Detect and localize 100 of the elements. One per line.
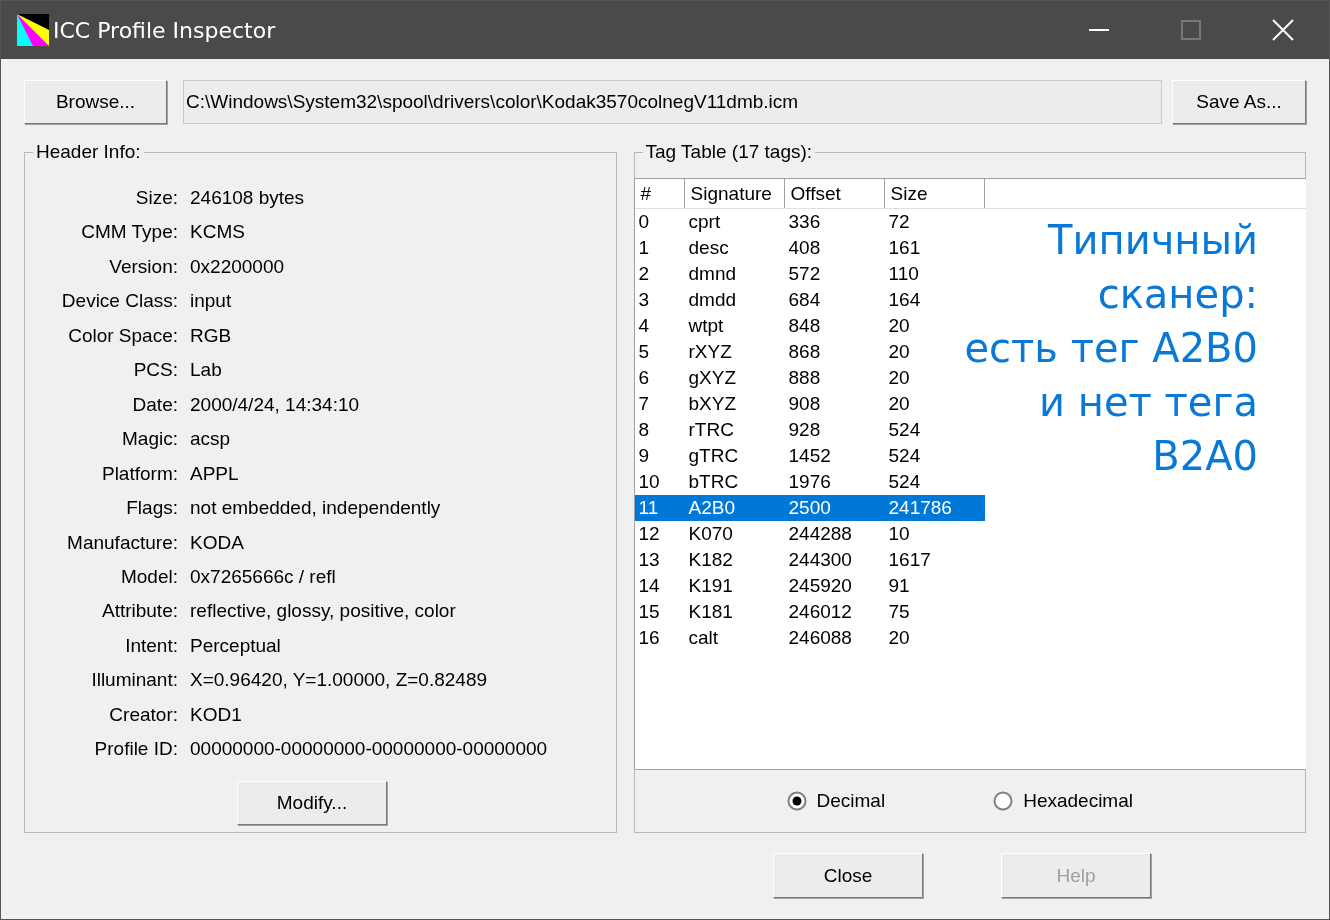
table-cell-text: 336 — [787, 210, 822, 234]
field-value: RGB — [190, 323, 233, 348]
table-cell-text: 0 — [637, 210, 651, 234]
tag-row[interactable]: 14 K191 245920 91 — [634, 573, 985, 599]
field-value: 2000/4/24, 14:34:10 — [190, 392, 361, 417]
table-cell-text: K191 — [687, 574, 734, 598]
table-cell-text: 524 — [887, 418, 922, 442]
radio-label[interactable]: Decimal — [816, 790, 886, 812]
save-as-button[interactable]: Save As... — [1172, 80, 1306, 124]
field-label: Model: — [119, 565, 178, 589]
table-cell-text: 20 — [887, 366, 911, 390]
table-cell-text: 1 — [637, 236, 651, 260]
table-cell-text: K070 — [687, 522, 734, 546]
field-value: Lab — [190, 358, 223, 383]
browse-button[interactable]: Browse... — [24, 80, 167, 124]
tag-row[interactable]: 15 K181 246012 75 — [634, 599, 985, 625]
table-cell-text: 15 — [637, 600, 661, 624]
table-cell-text: 91 — [887, 574, 911, 598]
table-cell-text: desc — [687, 236, 730, 260]
table-cell-text: 241786 — [887, 496, 953, 520]
field-value: acsp — [190, 427, 232, 452]
table-cell-text: 6 — [637, 366, 651, 390]
field-label: PCS: — [132, 358, 178, 383]
field-value: 00000000-00000000-00000000-00000000 — [190, 737, 549, 762]
table-cell-text: 524 — [887, 470, 922, 494]
table-cell-text: 1452 — [787, 444, 832, 468]
field-label: Profile ID: — [93, 737, 178, 762]
app-icon — [17, 14, 49, 46]
table-cell-text: 572 — [787, 262, 822, 286]
minimize-icon — [1089, 29, 1109, 31]
table-cell-text: 7 — [637, 392, 651, 416]
field-label: Date: — [131, 392, 178, 417]
table-cell-text: 20 — [887, 626, 911, 650]
table-cell-text: 246012 — [787, 600, 853, 624]
table-cell-text: gXYZ — [687, 366, 738, 390]
table-cell-text: calt — [687, 626, 720, 650]
tag-row[interactable]: 13 K182 244300 1617 — [634, 547, 985, 573]
table-cell-text: 2 — [637, 262, 651, 286]
field-value: KOD1 — [190, 702, 243, 727]
table-cell-text: K182 — [687, 548, 734, 572]
tag-row[interactable]: 11 A2B0 2500 241786 — [634, 495, 985, 521]
field-value: 0x2200000 — [190, 254, 286, 279]
table-cell-text: A2B0 — [687, 496, 736, 520]
field-label: Device Class: — [60, 289, 178, 314]
table-cell-text: 245920 — [787, 574, 853, 598]
close-icon — [1272, 19, 1294, 41]
column-header[interactable]: Offset — [784, 179, 885, 208]
radio-button-icon[interactable] — [993, 791, 1014, 811]
table-cell-text: 5 — [637, 340, 651, 364]
table-cell-text: 20 — [887, 314, 911, 338]
table-cell-text: 3 — [637, 288, 651, 312]
table-cell-text: 72 — [887, 210, 911, 234]
path-field[interactable]: C:\Windows\System32\spool\drivers\color\Kodak3570colnegV11dmb.icm — [183, 80, 1162, 124]
field-label: Intent: — [124, 633, 178, 658]
table-cell-text: 13 — [637, 548, 661, 572]
field-label: Version: — [108, 254, 178, 279]
dialog-button[interactable]: Close — [773, 853, 923, 898]
field-label: Flags: — [125, 496, 178, 521]
table-cell-text: 684 — [787, 288, 822, 312]
field-value: 246108 bytes — [190, 186, 306, 210]
radio-label[interactable]: Hexadecimal — [1023, 790, 1133, 812]
field-value: reflective, glossy, positive, color — [190, 599, 457, 624]
radio-button-icon[interactable] — [786, 791, 807, 811]
table-cell-text: 868 — [787, 340, 822, 364]
table-cell-text: 4 — [637, 314, 651, 338]
table-cell-text: cprt — [687, 210, 722, 234]
table-cell-text: bTRC — [687, 470, 740, 494]
table-cell-text: rXYZ — [687, 340, 733, 364]
column-header[interactable]: Signature — [684, 179, 785, 208]
table-cell-text: 888 — [787, 366, 822, 390]
field-label: Platform: — [100, 461, 178, 486]
table-cell-text: 164 — [887, 288, 922, 312]
field-value: not embedded, independently — [190, 496, 442, 521]
field-label: CMM Type: — [80, 220, 178, 245]
column-header[interactable]: Size — [884, 179, 985, 208]
table-cell-text: 244300 — [787, 548, 853, 572]
modify-button[interactable]: Modify... — [237, 780, 387, 825]
field-label: Size: — [134, 186, 178, 210]
column-header[interactable]: # — [634, 179, 685, 208]
table-cell-text: 11 — [637, 496, 660, 520]
table-cell-text: gTRC — [687, 444, 740, 468]
tag-table-title: Tag Table (17 tags): — [642, 142, 816, 162]
field-value: APPL — [190, 461, 240, 486]
table-cell-text: rTRC — [687, 418, 735, 442]
table-cell-text: 161 — [887, 236, 922, 260]
table-cell-text: 14 — [637, 574, 661, 598]
table-cell-text: 12 — [637, 522, 661, 546]
table-cell-text: 1976 — [787, 470, 832, 494]
tag-row[interactable]: 16 calt 246088 20 — [634, 625, 985, 651]
table-cell-text: 110 — [887, 262, 920, 286]
table-cell-text: 908 — [787, 392, 822, 416]
table-cell-text: 246088 — [787, 626, 853, 650]
table-cell-text: 16 — [637, 626, 661, 650]
table-cell-text: 75 — [887, 600, 911, 624]
field-value: KODA — [190, 530, 245, 555]
tag-row[interactable]: 12 K070 244288 10 — [634, 521, 985, 547]
field-value: input — [190, 289, 233, 314]
table-cell-text: dmnd — [687, 262, 738, 286]
table-cell-text: 20 — [887, 392, 911, 416]
table-cell-text: 848 — [787, 314, 822, 338]
